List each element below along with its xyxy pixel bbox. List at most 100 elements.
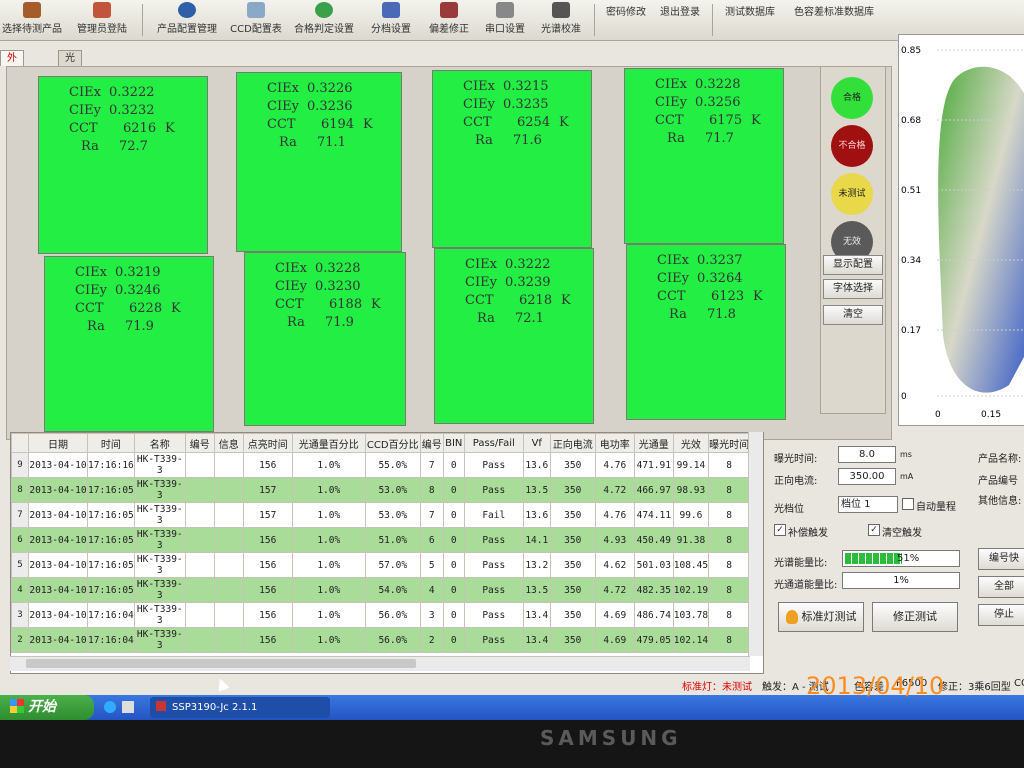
exposure-field[interactable]: 8.0 bbox=[838, 446, 896, 463]
tab-spectrum[interactable]: 光谱曲线 bbox=[58, 50, 82, 109]
table-cell bbox=[184, 577, 215, 603]
product-config-button[interactable]: 产品配置管理 bbox=[152, 2, 222, 38]
offset-fix-button[interactable]: 偏差修正 bbox=[424, 2, 474, 38]
tile-x: 0.3222 bbox=[109, 85, 155, 100]
grid-header[interactable]: 光通量 bbox=[633, 433, 674, 453]
grid-header[interactable]: 编号 bbox=[419, 433, 444, 453]
wrench-icon bbox=[440, 2, 458, 18]
grid-header[interactable]: 信息 bbox=[213, 433, 244, 453]
table-cell: 350 bbox=[549, 627, 596, 653]
table-row[interactable]: 2 2013-04-10 17:16:04 HK-T339-3 156 1.0% 56.0%… bbox=[11, 627, 751, 653]
table-row[interactable]: 8 2013-04-10 17:16:05 HK-T339-3 157 1.0% 53.0%… bbox=[11, 477, 751, 503]
number-quick-button[interactable]: 编号快 bbox=[978, 548, 1024, 570]
tile-cct-label: CCT bbox=[465, 293, 494, 308]
scroll-thumb[interactable] bbox=[26, 659, 416, 668]
grid-header[interactable]: BIN bbox=[442, 433, 465, 453]
table-cell: Pass bbox=[463, 527, 524, 553]
tile-y: 0.3236 bbox=[307, 99, 353, 114]
table-cell: 14.1 bbox=[522, 527, 551, 553]
table-cell: 53.0% bbox=[364, 502, 421, 528]
grid-header[interactable]: 名称 bbox=[133, 433, 186, 453]
table-cell: 350 bbox=[549, 577, 596, 603]
logout-button[interactable]: 退出登录 bbox=[656, 2, 704, 38]
desktop-icon[interactable] bbox=[122, 701, 134, 713]
test-database-button[interactable]: 测试数据库 bbox=[720, 2, 780, 38]
pass-rule-button[interactable]: 合格判定设置 bbox=[290, 2, 358, 38]
product-name-label: 产品名称: bbox=[978, 454, 1022, 465]
table-cell bbox=[213, 527, 244, 553]
change-password-button[interactable]: 密码修改 bbox=[602, 2, 650, 38]
grid-header[interactable]: CCD百分比 bbox=[364, 433, 421, 453]
grid-header[interactable]: 时间 bbox=[87, 433, 135, 453]
grid-header[interactable]: 编号 bbox=[184, 433, 215, 453]
select-product-button[interactable]: 选择待测产品 bbox=[0, 2, 64, 38]
table-cell: 13.2 bbox=[522, 552, 551, 578]
cie-x-tick: 0.15 bbox=[981, 410, 1001, 420]
channel-label: 光通道能量比: bbox=[774, 580, 838, 591]
table-row[interactable]: 9 2013-04-10 17:16:16 HK-T339-3 156 1.0% 55.0%… bbox=[11, 452, 751, 478]
tile-y: 0.3232 bbox=[109, 103, 155, 118]
grid-header[interactable]: 正向电流 bbox=[549, 433, 596, 453]
table-cell: 156 bbox=[242, 627, 293, 653]
ccd-config-button[interactable]: CCD配置表 bbox=[228, 2, 284, 38]
task-app-item[interactable]: SSP3190-Jc 2.1.1 bbox=[150, 697, 330, 718]
table-cell bbox=[213, 452, 244, 478]
table-cell: 55.0% bbox=[364, 452, 421, 478]
spectrum-calib-button[interactable]: 光谱校准 bbox=[536, 2, 586, 38]
admin-login-button[interactable]: 管理员登陆 bbox=[70, 2, 134, 38]
table-cell bbox=[184, 477, 215, 503]
grid-header[interactable]: 点亮时间 bbox=[242, 433, 293, 453]
grid-header[interactable]: 电功率 bbox=[594, 433, 635, 453]
measurement-tile: CIEx 0.3228 CIEy 0.3256 CCT 6175 K Ra 71.7 bbox=[624, 68, 784, 244]
tab-appearance[interactable]: 外观显示 bbox=[0, 50, 24, 109]
table-cell: 350 bbox=[549, 527, 596, 553]
table-cell: 17:16:05 bbox=[87, 577, 135, 603]
tile-ra-label: Ra bbox=[81, 139, 99, 154]
table-cell bbox=[184, 627, 215, 653]
table-row[interactable]: 3 2013-04-10 17:16:04 HK-T339-3 156 1.0% 56.0%… bbox=[11, 602, 751, 628]
tile-cct: 6188 bbox=[329, 297, 363, 312]
row-number: 2 bbox=[11, 627, 29, 653]
table-cell: 466.97 bbox=[633, 477, 674, 503]
table-cell: Pass bbox=[463, 627, 524, 653]
grid-header[interactable]: Pass/Fail bbox=[463, 433, 524, 453]
display-config-button[interactable]: 显示配置 bbox=[823, 255, 883, 275]
table-row[interactable]: 7 2013-04-10 17:16:05 HK-T339-3 157 1.0% 53.0%… bbox=[11, 502, 751, 528]
table-row[interactable]: 6 2013-04-10 17:16:05 HK-T339-3 156 1.0% 51.0%… bbox=[11, 527, 751, 553]
table-row[interactable]: 4 2013-04-10 17:16:05 HK-T339-3 156 1.0% 54.0%… bbox=[11, 577, 751, 603]
start-button[interactable]: 开始 bbox=[0, 695, 94, 720]
stop-button[interactable]: 停止 bbox=[978, 604, 1024, 626]
standard-lamp-test-button[interactable]: 标准灯测试 bbox=[778, 602, 864, 632]
clear-button[interactable]: 清空 bbox=[823, 305, 883, 325]
current-field[interactable]: 350.00 bbox=[838, 468, 896, 485]
auto-gear-checkbox[interactable] bbox=[902, 498, 914, 510]
results-table: 日期 时间 名称 编号 信息 点亮时间 光通量百分比 CCD百分比 编号 BIN Pass/Fail… bbox=[11, 433, 751, 653]
rowno-header bbox=[11, 433, 29, 453]
measurement-tile: CIEx 0.3215 CIEy 0.3235 CCT 6254 K Ra 71.6 bbox=[432, 70, 592, 248]
bin-settings-button[interactable]: 分档设置 bbox=[366, 2, 416, 38]
table-cell: 4.93 bbox=[594, 527, 635, 553]
grid-hscroll[interactable] bbox=[10, 656, 750, 671]
table-cell bbox=[184, 502, 215, 528]
font-select-button[interactable]: 字体选择 bbox=[823, 279, 883, 299]
toolbar-divider bbox=[712, 4, 713, 36]
gear-select[interactable]: 档位 1 bbox=[838, 496, 898, 513]
fix-test-button[interactable]: 修正测试 bbox=[872, 602, 958, 632]
grid-header[interactable]: Vf bbox=[522, 433, 551, 453]
clear-trigger-checkbox[interactable]: ✓ bbox=[868, 524, 880, 536]
grid-header[interactable]: 光效 bbox=[672, 433, 710, 453]
comp-trigger-checkbox[interactable]: ✓ bbox=[774, 524, 786, 536]
tolerance-database-button[interactable]: 色容差标准数据库 bbox=[786, 2, 882, 38]
serial-settings-button[interactable]: 串口设置 bbox=[480, 2, 530, 38]
results-grid[interactable]: 日期 时间 名称 编号 信息 点亮时间 光通量百分比 CCD百分比 编号 BIN Pass/Fail… bbox=[10, 432, 764, 674]
table-cell: 2013-04-10 bbox=[28, 602, 88, 628]
grid-header[interactable]: 日期 bbox=[28, 433, 88, 453]
grid-header[interactable]: 光通量百分比 bbox=[291, 433, 366, 453]
all-button[interactable]: 全部 bbox=[978, 576, 1024, 598]
table-row[interactable]: 5 2013-04-10 17:16:05 HK-T339-3 156 1.0% 57.0%… bbox=[11, 552, 751, 578]
grid-vscroll[interactable] bbox=[748, 432, 763, 656]
fix-status: 修正：3乘6回型 bbox=[938, 682, 1011, 693]
table-cell: 4 bbox=[419, 577, 444, 603]
grid-header[interactable]: 曝光时间 bbox=[708, 433, 751, 453]
ie-icon[interactable] bbox=[104, 701, 116, 713]
